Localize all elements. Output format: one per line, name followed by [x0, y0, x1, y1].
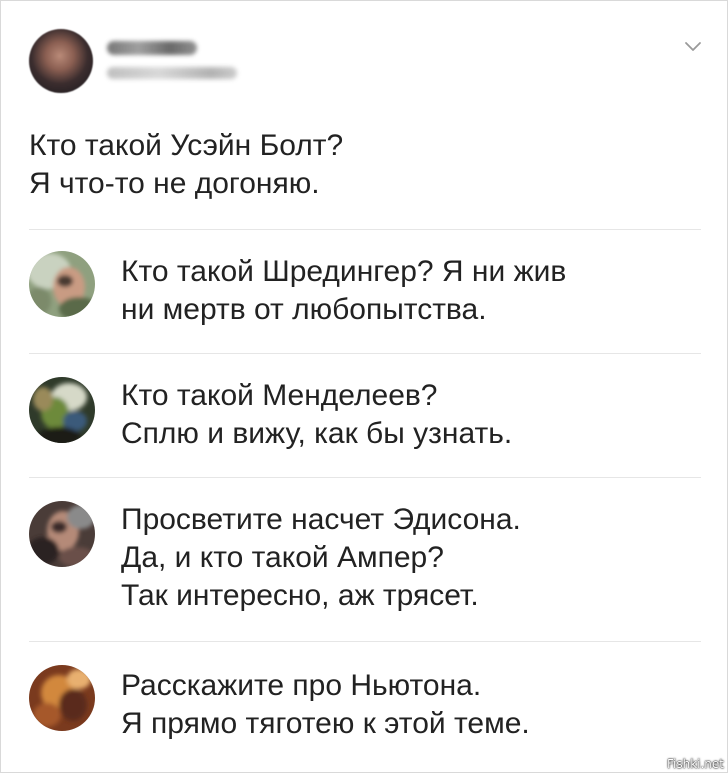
divider — [29, 229, 701, 230]
reply-text-line: Расскажите про Ньютона. — [121, 669, 482, 702]
reply-text: Кто такой Шредингер? Я ни жив ни мертв о… — [121, 253, 711, 329]
author-name-redacted[interactable] — [107, 41, 197, 55]
reply-text-line: Кто такой Менделеев? — [121, 379, 438, 412]
author-handle-redacted — [107, 67, 237, 79]
reply-avatar[interactable] — [29, 501, 95, 567]
post-text: Кто такой Усэйн Болт? Я что-то не догоня… — [29, 127, 689, 203]
author-avatar[interactable] — [29, 29, 93, 93]
reply-avatar[interactable] — [29, 377, 95, 443]
reply-text: Кто такой Менделеев? Сплю и вижу, как бы… — [121, 377, 711, 453]
post-header — [29, 23, 709, 93]
reply-text-line: Сплю и вижу, как бы узнать. — [121, 417, 513, 450]
reply-text: Расскажите про Ньютона. Я прямо тяготею … — [121, 667, 711, 743]
divider — [29, 477, 701, 478]
reply-text-line: ни мертв от любопытства. — [121, 293, 487, 326]
reply-text-line: Так интересно, аж трясет. — [121, 579, 479, 612]
divider — [29, 353, 701, 354]
reply-text-line: Да, и кто такой Ампер? — [121, 541, 444, 574]
reply-avatar[interactable] — [29, 251, 95, 317]
reply-text-line: Кто такой Шредингер? Я ни жив — [121, 255, 567, 288]
divider — [29, 641, 701, 642]
post-text-line: Кто такой Усэйн Болт? — [29, 129, 344, 162]
reply-text-line: Просветите насчет Эдисона. — [121, 503, 521, 536]
reply-text: Просветите насчет Эдисона. Да, и кто так… — [121, 501, 711, 615]
reply-avatar[interactable] — [29, 665, 95, 731]
reply-text-line: Я прямо тяготею к этой теме. — [121, 707, 530, 740]
post-text-line: Я что-то не догоняю. — [29, 167, 320, 200]
watermark: Fishki.net — [666, 757, 724, 771]
post-card: Кто такой Усэйн Болт? Я что-то не догоня… — [0, 0, 728, 773]
chevron-down-icon[interactable] — [683, 37, 703, 57]
